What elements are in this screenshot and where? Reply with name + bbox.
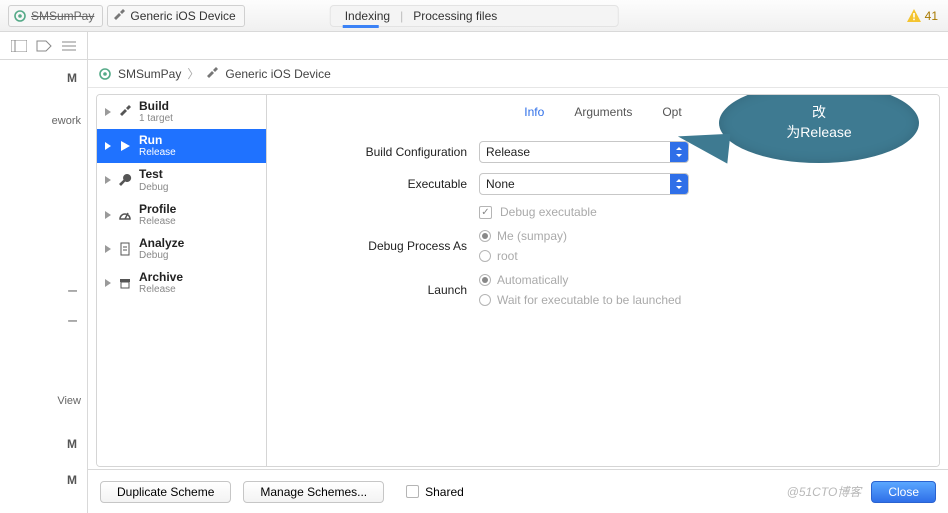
project-name: SMSumPay (31, 9, 94, 23)
crumb-project: SMSumPay (118, 67, 181, 81)
watermark: @51CTO博客 (787, 483, 862, 500)
nav-minus-2[interactable]: – (0, 306, 87, 336)
build-config-label: Build Configuration (279, 145, 479, 159)
activity-right: Processing files (413, 9, 497, 23)
activity-left: Indexing (345, 9, 390, 23)
debug-exec-checkbox (479, 206, 492, 219)
executable-value: None (486, 177, 515, 191)
executable-select[interactable]: None (479, 173, 689, 195)
radio-wait (479, 294, 491, 306)
callout-line2: 为Release (786, 124, 851, 140)
separator: | (400, 9, 403, 23)
app-icon (98, 67, 112, 81)
target-icon (13, 9, 27, 23)
device-crumb[interactable]: Generic iOS Device (107, 5, 244, 27)
shared-checkbox[interactable] (406, 485, 419, 498)
chevron-icon: 〉 (187, 65, 199, 82)
nav-m[interactable]: M (67, 71, 77, 85)
disclosure-icon (105, 176, 111, 184)
hammer-icon (117, 104, 133, 120)
hammer-icon (112, 9, 126, 23)
warning-badge[interactable]: 41 (907, 9, 938, 23)
debug-as-me: Me (sumpay) (497, 229, 567, 243)
scheme-analyze[interactable]: AnalyzeDebug (97, 232, 266, 266)
wrench-icon (117, 172, 133, 188)
tab-arguments[interactable]: Arguments (574, 105, 632, 125)
debug-as-root: root (497, 249, 518, 263)
device-name: Generic iOS Device (130, 9, 235, 23)
close-button[interactable]: Close (871, 481, 936, 503)
nav-item-2[interactable]: View (0, 376, 87, 426)
nav-m2[interactable]: M (67, 437, 77, 451)
project-crumb[interactable]: SMSumPay (8, 5, 103, 27)
disclosure-icon (105, 108, 111, 116)
scheme-run[interactable]: RunRelease (97, 129, 266, 163)
progress-bar (343, 25, 379, 28)
layout-icon[interactable] (10, 37, 28, 55)
disclosure-icon (105, 279, 111, 287)
chevron-updown-icon (670, 174, 688, 194)
radio-root (479, 250, 491, 262)
disclosure-icon (105, 142, 111, 150)
build-config-value: Release (486, 145, 530, 159)
crumb-device: Generic iOS Device (225, 67, 330, 81)
debug-exec-label: Debug executable (500, 205, 597, 219)
sub-toolbar (0, 32, 948, 60)
warning-count: 41 (925, 9, 938, 23)
callout-line1: 改 (812, 104, 826, 120)
manage-schemes-button[interactable]: Manage Schemes... (243, 481, 384, 503)
hammer-icon (205, 67, 219, 81)
duplicate-scheme-button[interactable]: Duplicate Scheme (100, 481, 231, 503)
warning-icon (907, 9, 921, 22)
scheme-action-list: Build1 target RunRelease TestDebug (97, 95, 267, 466)
radio-me (479, 230, 491, 242)
build-config-select[interactable]: Release (479, 141, 689, 163)
shared-label: Shared (425, 485, 464, 499)
launch-auto: Automatically (497, 273, 568, 287)
executable-label: Executable (279, 177, 479, 191)
lines-icon[interactable] (60, 37, 78, 55)
top-toolbar: SMSumPay Generic iOS Device Indexing | P… (0, 0, 948, 32)
scheme-profile[interactable]: ProfileRelease (97, 198, 266, 232)
nav-minus-1[interactable]: – (0, 276, 87, 306)
nav-item-1[interactable]: ework (0, 96, 87, 146)
launch-label: Launch (279, 283, 479, 297)
sheet-footer: Duplicate Scheme Manage Schemes... Share… (88, 469, 948, 513)
tab-info[interactable]: Info (524, 105, 544, 125)
radio-auto (479, 274, 491, 286)
archive-icon (117, 275, 133, 291)
tag-icon[interactable] (35, 37, 53, 55)
launch-wait: Wait for executable to be launched (497, 293, 681, 307)
gauge-icon (117, 207, 133, 223)
disclosure-icon (105, 245, 111, 253)
debug-as-label: Debug Process As (279, 239, 479, 253)
scheme-selector[interactable]: SMSumPay Generic iOS Device (0, 5, 245, 27)
scheme-build[interactable]: Build1 target (97, 95, 266, 129)
scheme-archive[interactable]: ArchiveRelease (97, 266, 266, 300)
disclosure-icon (105, 211, 111, 219)
doc-icon (117, 241, 133, 257)
navigator: M ework – – View M M (0, 60, 88, 513)
scheme-test[interactable]: TestDebug (97, 163, 266, 197)
activity-indicator: Indexing | Processing files (330, 5, 619, 27)
play-icon (117, 138, 133, 154)
path-bar[interactable]: SMSumPay 〉 Generic iOS Device (88, 60, 948, 88)
tab-options[interactable]: Opt (662, 105, 681, 125)
nav-m3[interactable]: M (67, 473, 77, 487)
